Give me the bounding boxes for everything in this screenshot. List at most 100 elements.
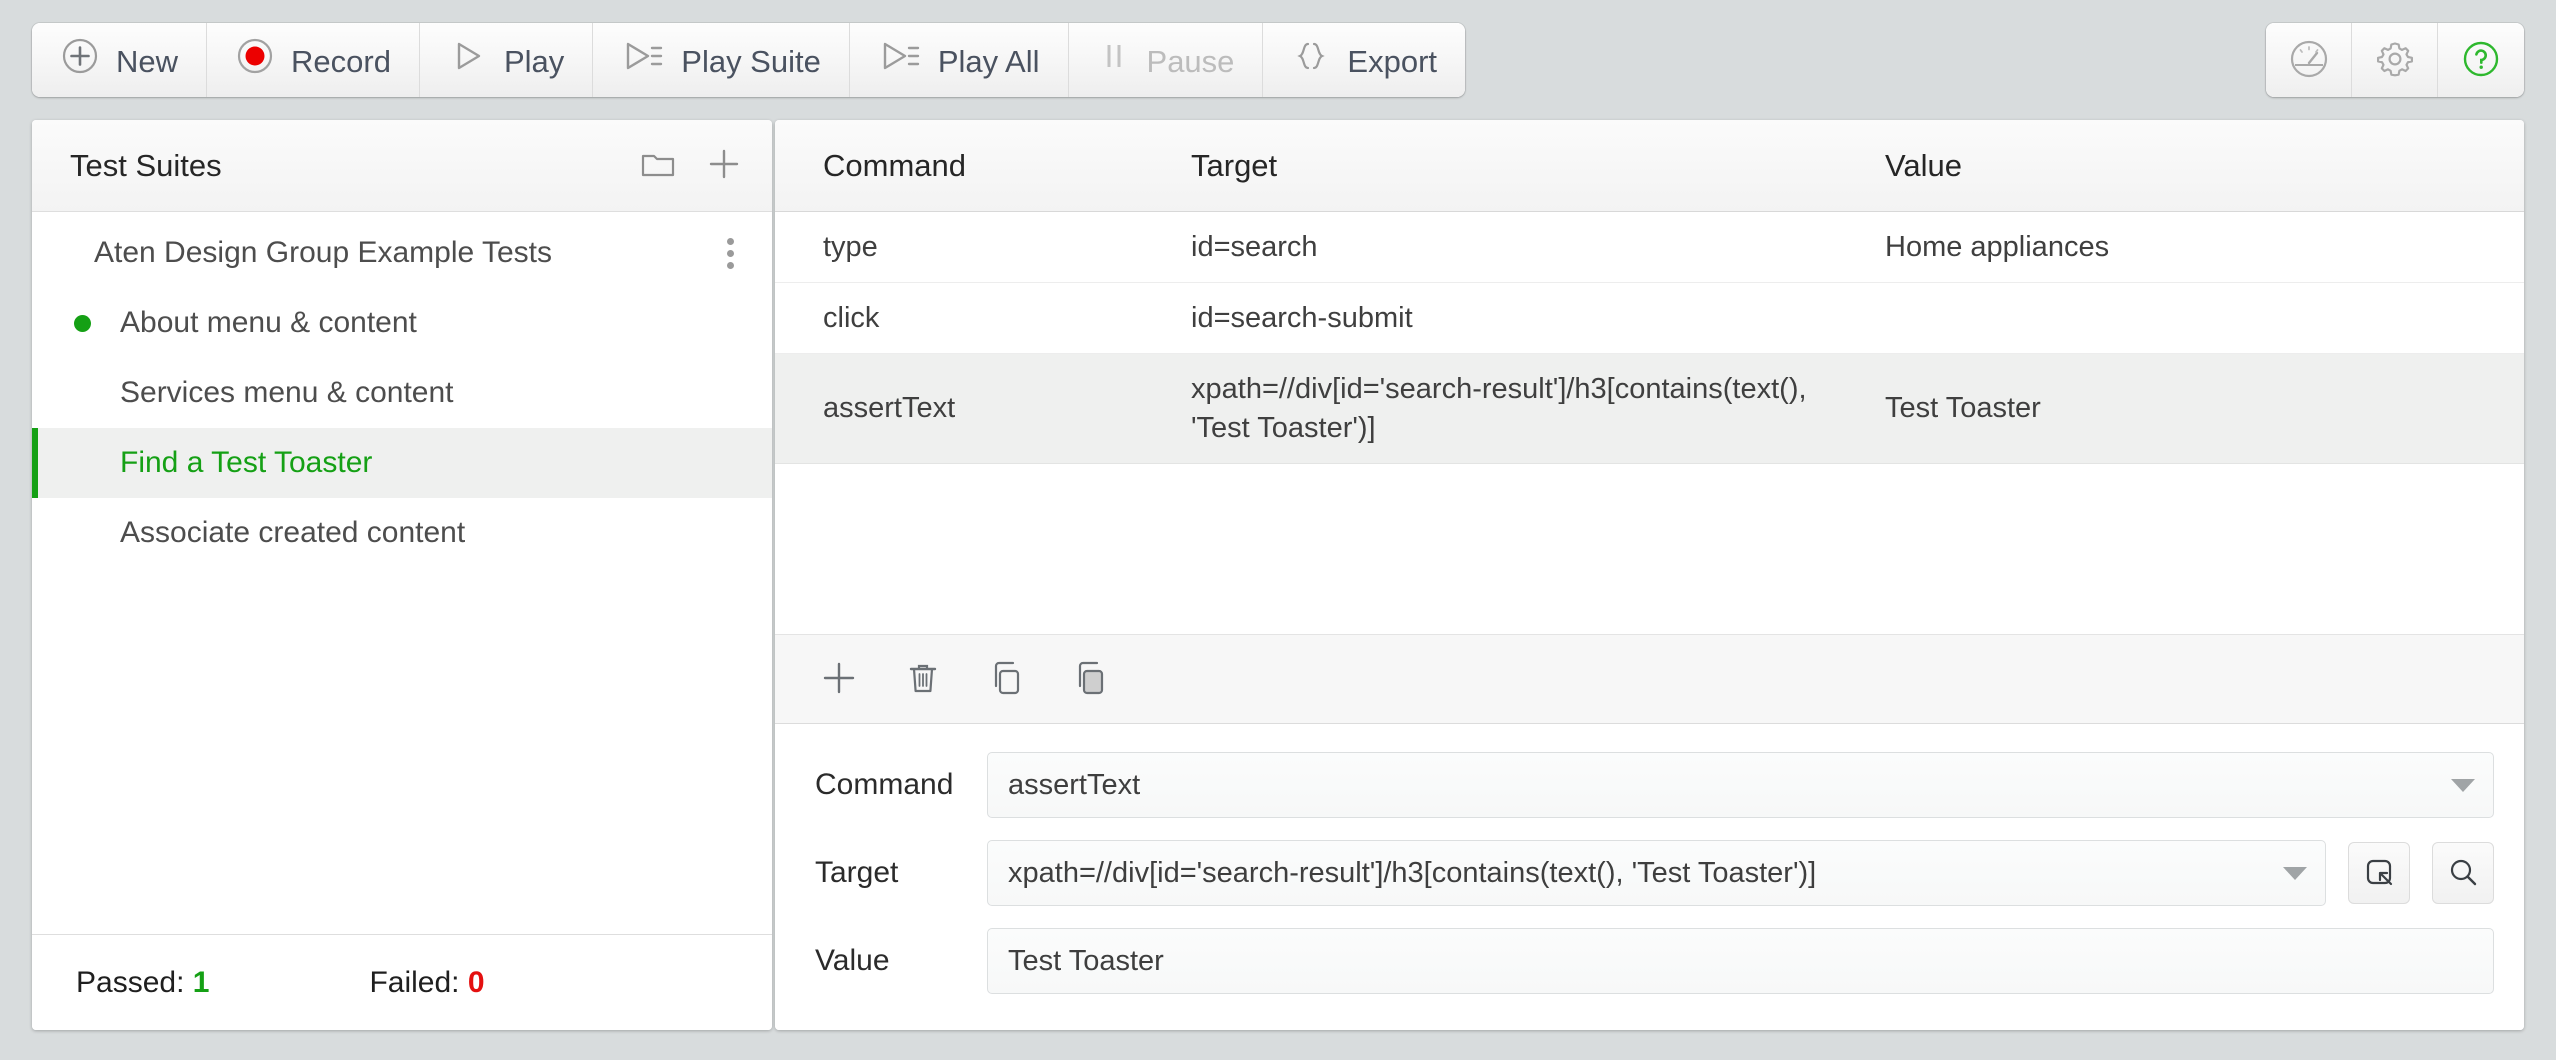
passed-label: Passed: <box>76 965 185 999</box>
command-table-empty-space <box>775 464 2524 634</box>
test-label: Find a Test Toaster <box>120 446 373 479</box>
command-field-row: Command assertText <box>805 752 2494 818</box>
test-results-summary: Passed: 1 Failed: 0 <box>32 934 772 1030</box>
paste-command-button[interactable] <box>1049 642 1133 716</box>
play-list-icon <box>621 36 665 84</box>
passed-stat: Passed: 1 <box>76 966 209 1000</box>
value-field-label: Value <box>815 944 890 977</box>
column-header-value: Value <box>1885 147 1962 183</box>
command-editor-form: Command assertText Target xpath=//div[id… <box>775 724 2524 1030</box>
braces-icon <box>1291 36 1331 84</box>
gear-icon <box>2372 36 2418 85</box>
play-button[interactable]: Play <box>419 23 594 97</box>
command-table-header: Command Target Value <box>775 120 2524 212</box>
speedometer-icon <box>2286 36 2332 85</box>
select-target-icon <box>2361 854 2397 893</box>
cell-target: id=search <box>1191 230 1318 263</box>
pause-button-label: Pause <box>1146 43 1235 79</box>
settings-button[interactable] <box>2352 23 2438 97</box>
new-button[interactable]: New <box>32 23 208 97</box>
command-select-value: assertText <box>1008 768 1141 801</box>
target-select[interactable]: xpath=//div[id='search-result']/h3[conta… <box>987 840 2326 906</box>
export-button[interactable]: Export <box>1263 23 1466 97</box>
find-target-button[interactable] <box>2432 842 2494 904</box>
passed-count: 1 <box>192 965 210 999</box>
speedometer-button[interactable] <box>2266 23 2352 97</box>
export-button-label: Export <box>1347 43 1438 79</box>
test-suites-header-actions <box>640 146 742 185</box>
table-row[interactable]: click id=search-submit <box>775 283 2524 354</box>
failed-stat: Failed: 0 <box>369 966 484 1000</box>
cell-command: assertText <box>823 392 956 424</box>
failed-count: 0 <box>467 965 485 999</box>
help-circle-icon <box>2458 36 2504 85</box>
value-input[interactable]: Test Toaster <box>987 928 2494 994</box>
chevron-down-icon <box>2451 778 2475 792</box>
command-table: Command Target Value type id=search Home… <box>775 120 2524 464</box>
cell-command: type <box>823 230 878 263</box>
find-target-icon <box>2445 854 2481 893</box>
kebab-menu-icon <box>727 249 734 257</box>
test-label: Services menu & content <box>120 376 454 409</box>
record-button-label: Record <box>291 43 391 79</box>
cell-target: xpath=//div[id='search-result']/h3[conta… <box>1191 373 1807 444</box>
record-button[interactable]: Record <box>207 23 420 97</box>
value-input-text: Test Toaster <box>1008 944 1164 977</box>
cell-command: click <box>823 301 880 334</box>
selenium-ide-window: New Record Play Play Suite Play All Paus… <box>0 0 2556 1060</box>
target-field-label: Target <box>815 856 899 889</box>
new-suite-folder-button[interactable] <box>640 148 676 183</box>
table-row[interactable]: assertText xpath=//div[id='search-result… <box>775 354 2524 464</box>
plus-icon <box>706 146 742 185</box>
record-circle-icon <box>235 36 275 84</box>
test-label: About menu & content <box>120 306 417 339</box>
target-field-row: Target xpath=//div[id='search-result']/h… <box>805 840 2494 906</box>
failed-label: Failed: <box>369 965 460 999</box>
cell-value: Home appliances <box>1885 230 2110 263</box>
copy-command-icon <box>986 657 1028 702</box>
kebab-menu-icon <box>727 261 734 269</box>
test-status-indicator <box>74 525 91 542</box>
play-suite-button-label: Play Suite <box>681 43 821 79</box>
utility-button-group <box>2266 23 2524 97</box>
play-icon <box>448 36 488 84</box>
test-suites-header: Test Suites <box>32 120 772 212</box>
sidebar-item-associate-created-content[interactable]: Associate created content <box>32 498 772 568</box>
delete-command-icon <box>902 657 944 702</box>
play-all-button-label: Play All <box>937 43 1040 79</box>
cell-value: Test Toaster <box>1885 392 2041 424</box>
sidebar-item-find-a-test-toaster[interactable]: Find a Test Toaster <box>32 428 772 498</box>
add-test-button[interactable] <box>706 146 742 185</box>
suite-name: Aten Design Group Example Tests <box>94 236 553 269</box>
main-content: Test Suites Aten Design Group Example Te… <box>0 120 2556 1060</box>
editor-panel: Command Target Value type id=search Home… <box>775 120 2524 1030</box>
command-select[interactable]: assertText <box>987 752 2494 818</box>
sidebar-item-services-menu-content[interactable]: Services menu & content <box>32 358 772 428</box>
value-field-row: Value Test Toaster <box>805 928 2494 994</box>
add-command-button[interactable] <box>797 642 881 716</box>
table-row[interactable]: type id=search Home appliances <box>775 212 2524 283</box>
test-suite-list: Aten Design Group Example Tests About me… <box>32 212 772 934</box>
suite-menu-button[interactable] <box>723 237 738 269</box>
column-header-command: Command <box>823 147 966 183</box>
add-command-icon <box>818 657 860 702</box>
sidebar-item-about-menu-content[interactable]: About menu & content <box>32 288 772 358</box>
pause-button[interactable]: Pause <box>1068 23 1264 97</box>
command-field-label: Command <box>815 768 954 801</box>
plus-circle-icon <box>60 36 100 84</box>
cell-target: id=search-submit <box>1191 301 1413 334</box>
test-status-indicator <box>74 314 91 332</box>
help-button[interactable] <box>2438 23 2524 97</box>
delete-command-button[interactable] <box>881 642 965 716</box>
select-target-button[interactable] <box>2348 842 2410 904</box>
copy-command-button[interactable] <box>965 642 1049 716</box>
play-button-label: Play <box>503 43 565 79</box>
play-all-button[interactable]: Play All <box>849 23 1069 97</box>
new-button-label: New <box>116 43 179 79</box>
play-suite-button[interactable]: Play Suite <box>593 23 850 97</box>
suite-item[interactable]: Aten Design Group Example Tests <box>32 218 772 288</box>
test-status-indicator <box>74 385 91 402</box>
main-toolbar: New Record Play Play Suite Play All Paus… <box>0 0 2556 120</box>
playback-button-group: New Record Play Play Suite Play All Paus… <box>32 23 1466 97</box>
target-select-value: xpath=//div[id='search-result']/h3[conta… <box>1008 856 1817 889</box>
